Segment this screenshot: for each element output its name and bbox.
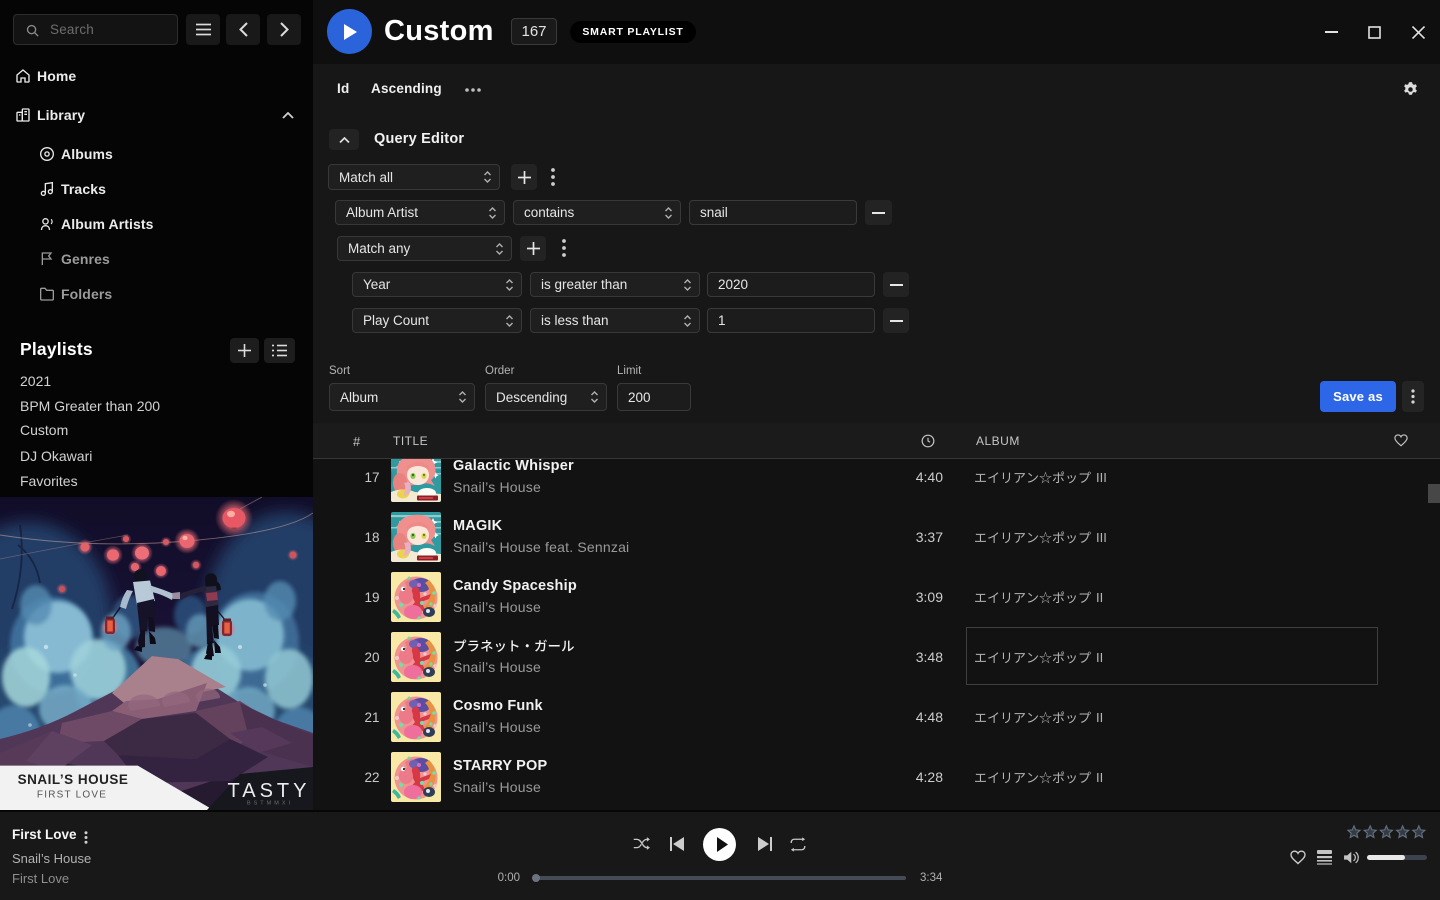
svg-text:BSTMMXI: BSTMMXI	[247, 801, 293, 807]
svg-text:TASTY: TASTY	[228, 780, 311, 802]
svg-text:SNAIL’S HOUSE: SNAIL’S HOUSE	[18, 772, 129, 787]
svg-text:FIRST LOVE: FIRST LOVE	[37, 790, 107, 801]
